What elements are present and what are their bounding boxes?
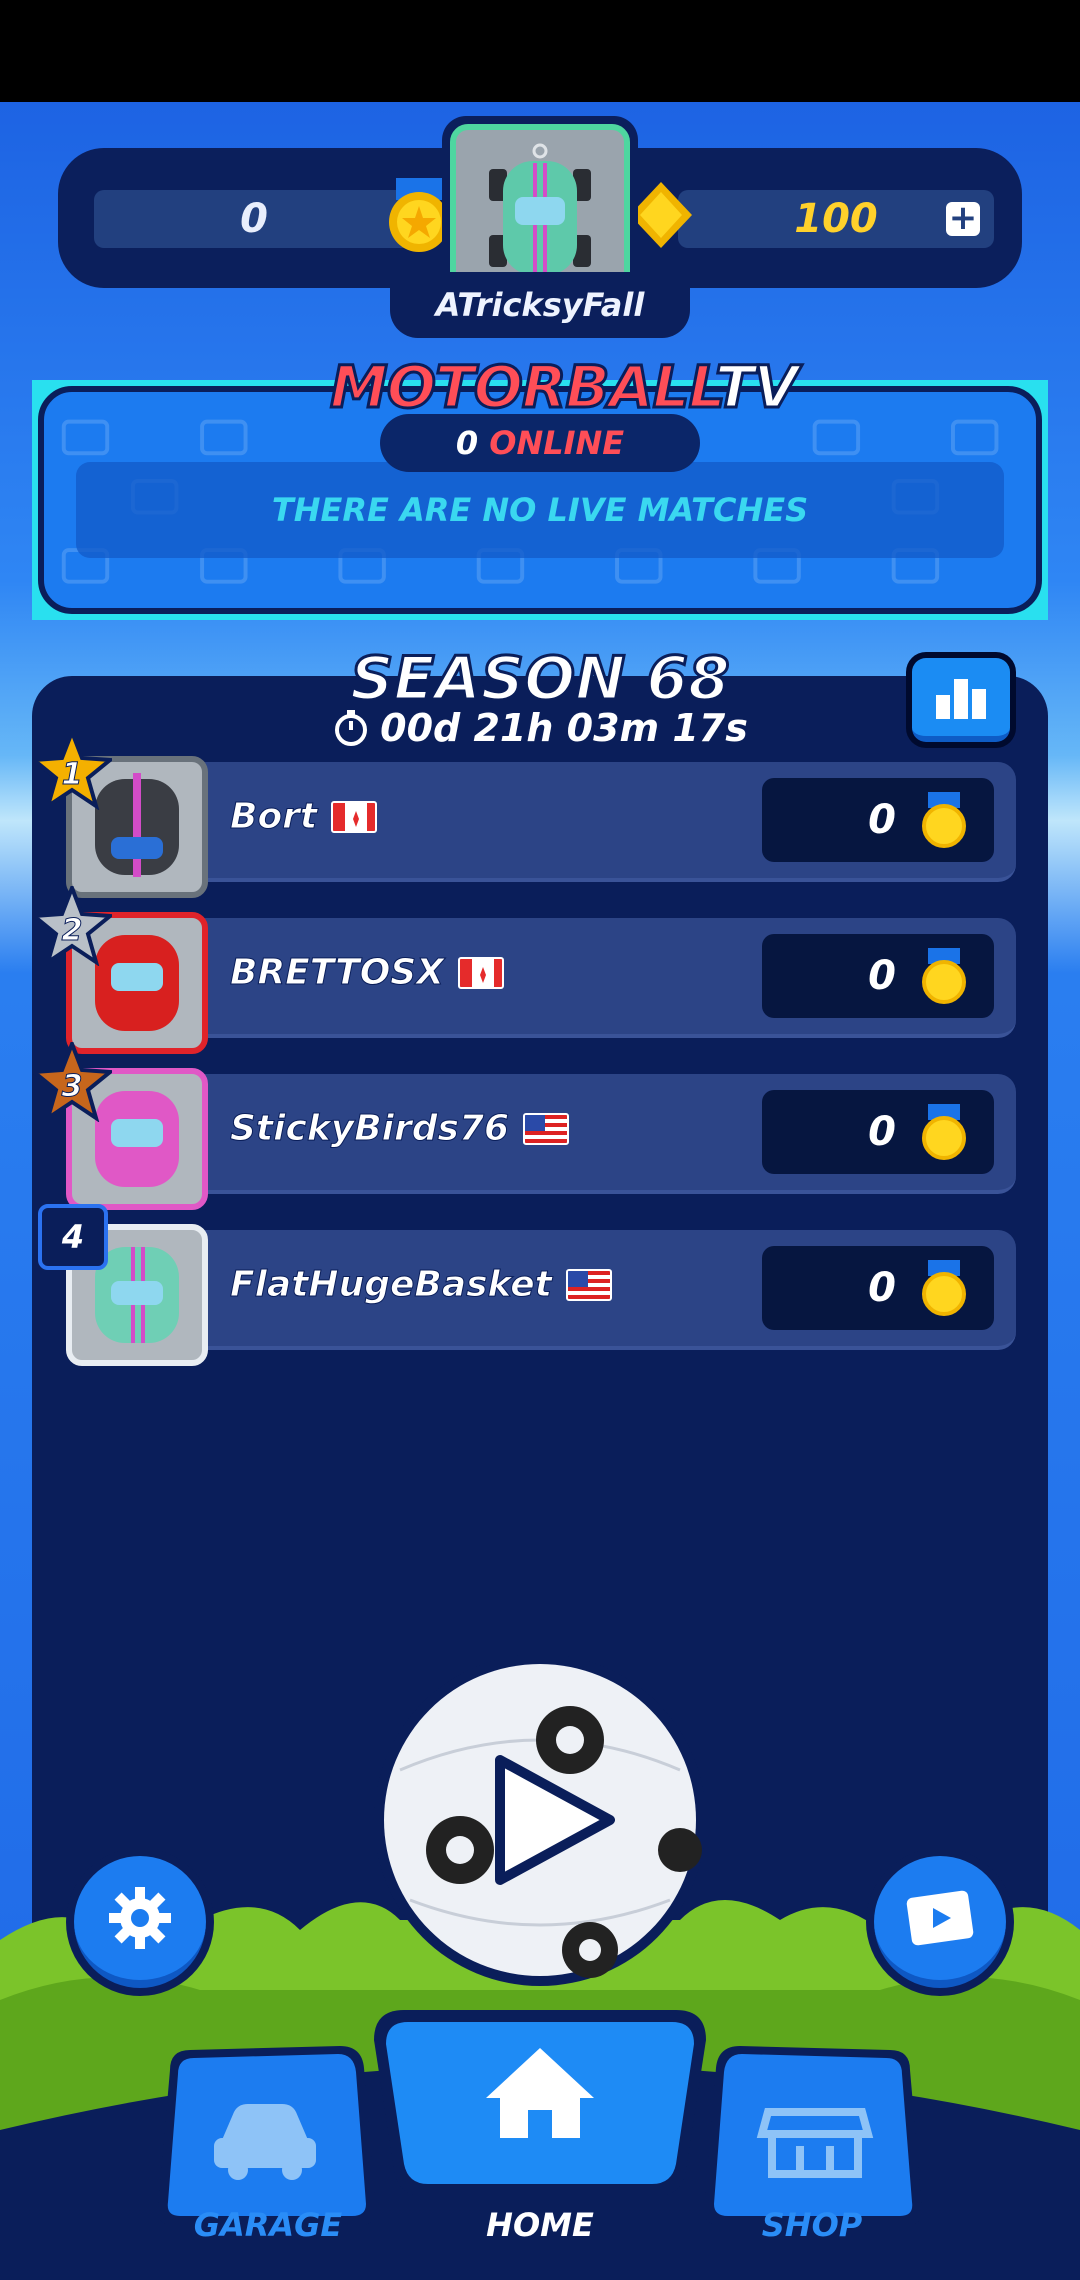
leaderboard-button[interactable]	[906, 652, 1016, 748]
player-name: Bort	[229, 796, 378, 838]
online-count-pill: 0 ONLINE	[380, 414, 700, 472]
svg-text:1: 1	[62, 757, 83, 792]
shop-tab[interactable]	[700, 2040, 930, 2230]
svg-text:2: 2	[62, 913, 83, 948]
medal-icon	[922, 948, 966, 1004]
bronze-star-badge-icon: 3	[32, 1042, 112, 1122]
no-live-matches-message: THERE ARE NO LIVE MATCHES	[76, 462, 1004, 558]
trophy-count: 0	[240, 196, 268, 242]
leaderboard-row-1[interactable]: Bort 0 1	[32, 730, 1016, 898]
score-box: 0	[762, 1090, 994, 1174]
svg-text:3: 3	[62, 1069, 83, 1104]
leaderboard-icon	[936, 679, 986, 719]
silver-star-badge-icon: 2	[32, 886, 112, 966]
medal-icon	[922, 1260, 966, 1316]
medal-icon	[922, 792, 966, 848]
status-bar	[0, 0, 1080, 102]
canada-flag-icon	[457, 956, 504, 989]
garage-tab-label[interactable]: GARAGE	[168, 2206, 368, 2244]
score-box: 0	[762, 1246, 994, 1330]
player-name: StickyBirds76	[229, 1108, 570, 1150]
online-count: 0	[455, 424, 479, 462]
rank-badge: 4	[38, 1204, 108, 1270]
settings-button[interactable]	[66, 1848, 214, 1996]
score-value: 0	[868, 953, 896, 999]
bottom-navigation: GARAGE HOME SHOP	[0, 2000, 1080, 2280]
usa-flag-icon	[523, 1112, 570, 1145]
score-box: 0	[762, 778, 994, 862]
coin-counter[interactable]: 100 +	[678, 190, 994, 248]
score-value: 0	[868, 1265, 896, 1311]
car-icon	[489, 143, 591, 275]
online-label: ONLINE	[489, 424, 625, 462]
coin-count: 100	[794, 196, 878, 242]
add-coins-button[interactable]: +	[946, 201, 980, 236]
trophy-counter: 0	[94, 190, 414, 248]
username-label: ATricksyFall	[390, 272, 690, 338]
gear-icon	[109, 1887, 171, 1949]
video-icon	[906, 1890, 974, 1946]
motorball-tv-title: MOTORBALLTV	[329, 352, 800, 423]
leaderboard-row-3[interactable]: StickyBirds76 0 3	[32, 1042, 1016, 1210]
score-value: 0	[868, 1109, 896, 1155]
gold-star-badge-icon: 1	[32, 730, 112, 810]
leaderboard-row-2[interactable]: BRETTOSX 0 2	[32, 886, 1016, 1054]
leaderboard-row-4[interactable]: FlatHugeBasket 0 4	[38, 1204, 1016, 1366]
season-timer: 00d 21h 03m 17s	[240, 700, 840, 756]
play-button[interactable]	[370, 1650, 710, 1990]
shop-tab-label[interactable]: SHOP	[712, 2206, 912, 2244]
garage-tab[interactable]	[150, 2040, 380, 2230]
usa-flag-icon	[565, 1268, 612, 1301]
score-box: 0	[762, 934, 994, 1018]
home-tab-label[interactable]: HOME	[440, 2206, 640, 2244]
medal-icon	[922, 1104, 966, 1160]
video-replays-button[interactable]	[866, 1848, 1014, 1996]
score-value: 0	[868, 797, 896, 843]
canada-flag-icon	[331, 800, 378, 833]
home-tab[interactable]	[364, 2000, 716, 2200]
season-timer-text: 00d 21h 03m 17s	[380, 706, 748, 750]
player-name: BRETTOSX	[230, 952, 504, 994]
player-name: FlatHugeBasket	[230, 1264, 612, 1306]
timer-icon	[335, 710, 368, 746]
